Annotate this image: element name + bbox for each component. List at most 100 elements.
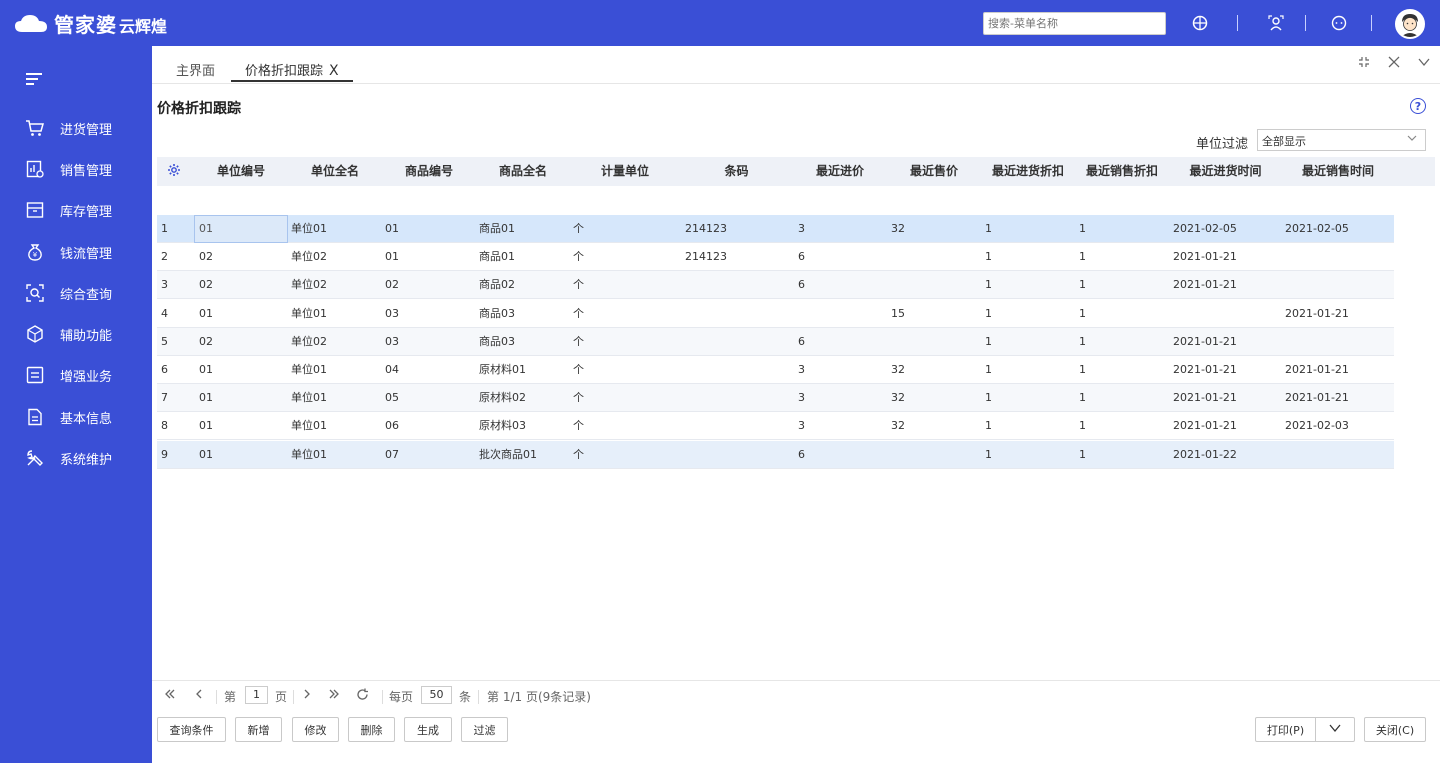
cell-last-sale-discount[interactable]: 1	[1079, 412, 1086, 440]
row-number[interactable]: 1	[161, 215, 168, 243]
per-page-input[interactable]: 50	[421, 686, 452, 704]
cell-last-purchase-price[interactable]: 3	[798, 412, 805, 440]
cell-product-name[interactable]: 商品01	[479, 215, 515, 243]
col-barcode[interactable]: 条码	[680, 157, 793, 186]
cell-last-sale-time[interactable]: 2021-02-03	[1285, 412, 1349, 440]
menu-search-input[interactable]	[983, 12, 1166, 35]
cell-last-purchase-discount[interactable]: 1	[985, 328, 992, 356]
cell-last-sale-price[interactable]: 32	[891, 412, 905, 440]
cell-last-purchase-price[interactable]: 6	[798, 271, 805, 299]
cell-last-sale-price[interactable]: 15	[891, 300, 905, 328]
cell-last-purchase-price[interactable]: 6	[798, 243, 805, 271]
cell-unit[interactable]: 个	[573, 271, 584, 299]
cell-unit-name[interactable]: 单位02	[291, 271, 327, 299]
cell-last-purchase-time[interactable]: 2021-01-21	[1173, 356, 1237, 384]
page-number-input[interactable]: 1	[245, 686, 268, 704]
edit-button[interactable]: 修改	[292, 717, 339, 742]
cell-product-code[interactable]: 01	[385, 215, 399, 243]
unit-filter-select[interactable]: 全部显示	[1257, 129, 1426, 151]
row-number[interactable]: 4	[161, 300, 168, 328]
menu-toggle-icon[interactable]	[26, 73, 44, 87]
cell-last-purchase-discount[interactable]: 1	[985, 412, 992, 440]
row-number[interactable]: 7	[161, 384, 168, 412]
globe-icon[interactable]	[1190, 13, 1210, 33]
cell-last-sale-discount[interactable]: 1	[1079, 328, 1086, 356]
cell-last-purchase-price[interactable]: 6	[798, 441, 805, 469]
cell-last-purchase-time[interactable]: 2021-01-21	[1173, 328, 1237, 356]
col-unit[interactable]: 计量单位	[570, 157, 680, 186]
cell-unit[interactable]: 个	[573, 300, 584, 328]
cell-last-sale-time[interactable]: 2021-01-21	[1285, 384, 1349, 412]
cell-last-purchase-discount[interactable]: 1	[985, 271, 992, 299]
col-last-sale-discount[interactable]: 最近销售折扣	[1075, 157, 1169, 186]
cell-last-sale-discount[interactable]: 1	[1079, 384, 1086, 412]
filter-button[interactable]: 过滤	[461, 717, 508, 742]
cell-product-name[interactable]: 商品01	[479, 243, 515, 271]
chat-icon[interactable]	[1329, 13, 1349, 33]
collapse-icon[interactable]	[1358, 56, 1370, 72]
sidebar-item-query[interactable]: 综合查询	[24, 281, 112, 305]
cell-barcode[interactable]: 214123	[685, 243, 727, 271]
col-product-code[interactable]: 商品编号	[382, 157, 476, 186]
cell-last-sale-discount[interactable]: 1	[1079, 215, 1086, 243]
cell-product-code[interactable]: 07	[385, 441, 399, 469]
cell-unit-name[interactable]: 单位02	[291, 328, 327, 356]
row-number[interactable]: 2	[161, 243, 168, 271]
cell-last-purchase-discount[interactable]: 1	[985, 441, 992, 469]
cell-last-sale-price[interactable]: 32	[891, 384, 905, 412]
cell-unit-code[interactable]: 01	[199, 384, 213, 412]
sidebar-item-system[interactable]: 系统维护	[24, 446, 112, 470]
query-conditions-button[interactable]: 查询条件	[157, 717, 226, 742]
tab-home[interactable]: 主界面	[176, 60, 215, 82]
cell-unit[interactable]: 个	[573, 412, 584, 440]
table-row[interactable]: 4 01 单位01 03 商品03 个 15 1 1 2021-01-21	[157, 300, 1394, 328]
cell-unit[interactable]: 个	[573, 328, 584, 356]
cell-unit-name[interactable]: 单位01	[291, 300, 327, 328]
table-row[interactable]: 3 02 单位02 02 商品02 个 6 1 1 2021-01-21	[157, 271, 1394, 300]
col-last-purchase-price[interactable]: 最近进价	[793, 157, 887, 186]
settings-gear-icon[interactable]	[167, 163, 181, 179]
delete-button[interactable]: 删除	[348, 717, 395, 742]
cell-product-code[interactable]: 03	[385, 300, 399, 328]
cell-last-purchase-price[interactable]: 3	[798, 215, 805, 243]
cell-unit-name[interactable]: 单位01	[291, 441, 327, 469]
close-button[interactable]: 关闭(C)	[1364, 717, 1426, 742]
cell-last-sale-discount[interactable]: 1	[1079, 300, 1086, 328]
cell-last-purchase-time[interactable]: 2021-01-21	[1173, 384, 1237, 412]
cell-last-sale-price[interactable]: 32	[891, 215, 905, 243]
cell-last-purchase-discount[interactable]: 1	[985, 384, 992, 412]
first-page-icon[interactable]	[164, 688, 176, 703]
table-row[interactable]: 1 01 单位01 01 商品01 个 214123 3 32 1 1 2021-02-05 2021-…	[157, 215, 1394, 243]
row-number[interactable]: 5	[161, 328, 168, 356]
cell-product-name[interactable]: 原材料02	[479, 384, 526, 412]
cell-product-name[interactable]: 原材料03	[479, 412, 526, 440]
tab-price-discount[interactable]: 价格折扣跟踪 X	[231, 60, 353, 82]
cell-product-code[interactable]: 03	[385, 328, 399, 356]
cell-unit-name[interactable]: 单位01	[291, 215, 327, 243]
close-icon[interactable]: X	[329, 63, 339, 79]
next-page-icon[interactable]	[301, 688, 313, 703]
cell-last-purchase-discount[interactable]: 1	[985, 300, 992, 328]
cell-last-sale-discount[interactable]: 1	[1079, 441, 1086, 469]
cell-product-name[interactable]: 商品02	[479, 271, 515, 299]
print-button[interactable]: 打印(P)	[1255, 717, 1316, 742]
user-scan-icon[interactable]	[1266, 13, 1286, 33]
cell-last-purchase-time[interactable]: 2021-01-21	[1173, 243, 1237, 271]
table-row[interactable]: 7 01 单位01 05 原材料02 个 3 32 1 1 2021-01-21 2021-01-21	[157, 384, 1394, 413]
print-menu-button[interactable]	[1315, 717, 1355, 742]
cell-unit-code[interactable]: 01	[199, 356, 213, 384]
cell-unit-name[interactable]: 单位02	[291, 243, 327, 271]
sidebar-item-enhanced[interactable]: 增强业务	[24, 363, 112, 387]
cell-product-name[interactable]: 原材料01	[479, 356, 526, 384]
row-number[interactable]: 3	[161, 271, 168, 299]
cell-unit-code[interactable]: 02	[199, 243, 213, 271]
sidebar-item-purchase[interactable]: 进货管理	[24, 116, 112, 140]
add-button[interactable]: 新增	[235, 717, 282, 742]
cell-unit[interactable]: 个	[573, 356, 584, 384]
col-product-name[interactable]: 商品全名	[476, 157, 570, 186]
cell-unit[interactable]: 个	[573, 215, 584, 243]
table-row[interactable]: 6 01 单位01 04 原材料01 个 3 32 1 1 2021-01-21 2021-01-21	[157, 356, 1394, 384]
cell-unit-code[interactable]: 02	[199, 328, 213, 356]
avatar[interactable]	[1395, 9, 1425, 39]
cell-last-sale-discount[interactable]: 1	[1079, 356, 1086, 384]
